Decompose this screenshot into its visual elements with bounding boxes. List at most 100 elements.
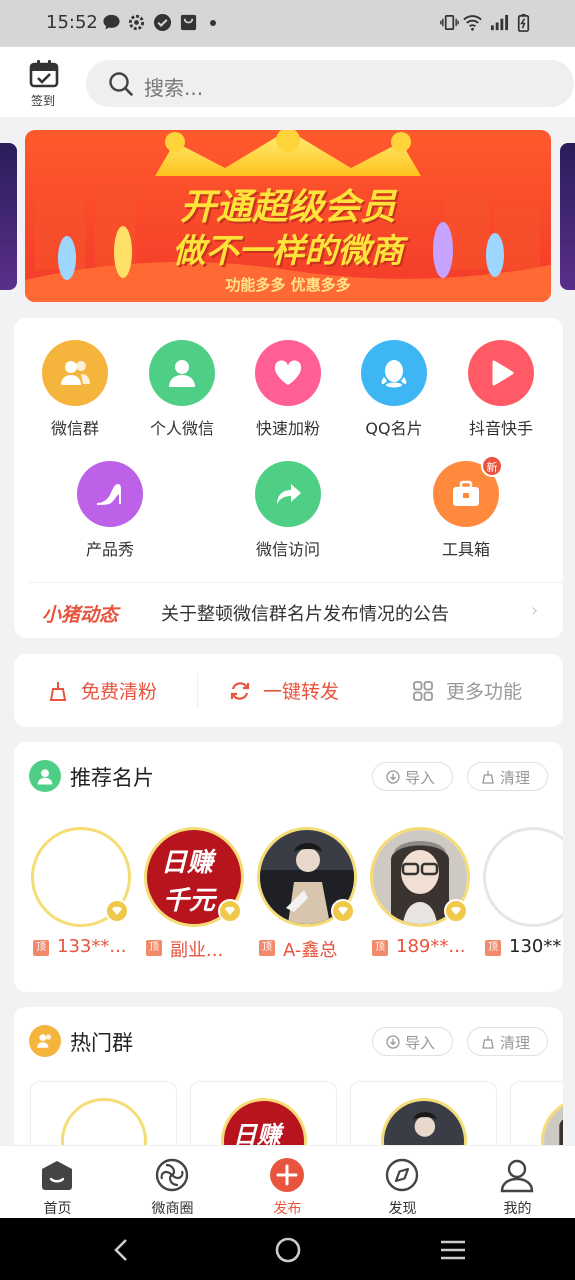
avatar: 日赚 <box>221 1098 307 1145</box>
card-name: 130**... <box>509 936 563 957</box>
aperture-icon <box>155 1158 189 1192</box>
avatar <box>483 827 563 927</box>
system-nav-bar <box>0 1218 575 1280</box>
one-click-forward-button[interactable]: 一键转发 <box>229 676 379 706</box>
section-title: 热门群 <box>70 1031 133 1055</box>
avatar-photo <box>381 1098 467 1145</box>
users-icon <box>37 1034 52 1048</box>
feature-label: 个人微信 <box>149 419 214 438</box>
shopping-bag-icon <box>180 14 197 31</box>
feature-label: QQ名片 <box>365 419 423 438</box>
signin-label: 签到 <box>30 94 55 108</box>
download-icon <box>386 1035 400 1049</box>
banner-subtitle: 做不一样的微商 <box>172 231 404 270</box>
top-tag: 顶 <box>259 940 275 956</box>
nav-home[interactable]: 首页 <box>0 1146 115 1219</box>
status-bar: 15:52 <box>0 0 575 47</box>
feature-wechat-group[interactable]: 微信群 <box>25 340 125 439</box>
high-heel-icon <box>97 484 121 505</box>
group-card[interactable] <box>510 1081 563 1145</box>
news-ticker[interactable]: 小猪动态 关于整顿微信群名片发布情况的公告 › <box>14 583 563 638</box>
top-tag: 顶 <box>372 940 388 956</box>
clean-button[interactable]: 清理 <box>467 1027 548 1056</box>
card-name: 副业... <box>170 940 224 961</box>
feature-toolbox-circle: 新 <box>433 455 503 527</box>
feature-douyin-kuaishou[interactable]: 抖音快手 <box>451 340 551 439</box>
nav-wechat-circle[interactable]: 微商圈 <box>115 1146 230 1219</box>
nav-discover[interactable]: 发现 <box>345 1146 460 1219</box>
feature-fast-follow[interactable]: 快速加粉 <box>238 340 338 439</box>
battery-charging-icon <box>517 13 530 32</box>
nav-publish[interactable]: 发布 <box>230 1146 345 1219</box>
avatar <box>61 1098 147 1145</box>
group-card[interactable] <box>30 1081 177 1145</box>
nav-label: 发布 <box>273 1201 302 1217</box>
broom-icon <box>482 771 494 784</box>
import-label: 导入 <box>405 1034 436 1052</box>
feature-qq-card[interactable]: QQ名片 <box>344 340 444 439</box>
status-time: 15:52 <box>46 12 98 33</box>
new-badge: 新 <box>481 455 503 477</box>
news-tag: 小猪动态 <box>42 604 119 626</box>
notification-dot-icon <box>210 20 216 26</box>
vip-banner[interactable]: 开通超级会员 做不一样的微商 功能多多 优惠多多 <box>25 130 551 302</box>
avatar-photo-art <box>384 1101 464 1145</box>
check-circle-icon <box>153 13 172 32</box>
signin-button[interactable]: 签到 <box>22 59 64 109</box>
feature-toolbox[interactable]: 新 工具箱 <box>416 455 516 560</box>
group-card[interactable] <box>350 1081 497 1145</box>
nav-label: 首页 <box>43 1201 72 1217</box>
group-card[interactable]: 日赚 <box>190 1081 337 1145</box>
nav-label: 我的 <box>503 1201 532 1217</box>
home-circle-icon[interactable] <box>274 1236 302 1264</box>
message-icon <box>103 14 120 30</box>
quick-action-label: 免费清粉 <box>81 681 158 703</box>
vip-diamond-icon <box>105 899 129 923</box>
vibrate-icon <box>440 14 459 31</box>
quick-action-label: 一键转发 <box>263 681 340 703</box>
search-icon <box>109 72 133 96</box>
section-user-icon <box>29 760 61 792</box>
feature-wechat-visit-circle <box>255 461 321 527</box>
feature-label: 快速加粉 <box>255 419 320 438</box>
avatar-photo-art <box>544 1101 563 1145</box>
import-button[interactable]: 导入 <box>372 762 453 791</box>
avatar-text: 日赚 <box>161 848 214 878</box>
banner-next-peek[interactable] <box>560 143 575 290</box>
features-card: 微信群 个人微信 快速加粉 QQ名片 抖音快手 产品秀 微信访问 新 工具箱 小… <box>14 318 563 638</box>
hot-groups-section: 热门群 导入 清理 日赚 <box>14 1007 563 1145</box>
user-icon <box>37 769 53 785</box>
home-icon <box>42 1161 72 1190</box>
heart-icon <box>274 360 302 385</box>
signal-icon <box>490 14 509 31</box>
clean-button[interactable]: 清理 <box>467 762 548 791</box>
clean-label: 清理 <box>500 1034 531 1052</box>
wifi-icon <box>463 15 482 31</box>
recommended-card-section: 推荐名片 导入 清理 顶 133**... 日赚 千元 顶 副业... 顶 A-… <box>14 742 563 992</box>
feature-label: 微信访问 <box>255 540 320 559</box>
free-clean-button[interactable]: 免费清粉 <box>47 676 197 706</box>
broom-icon <box>482 1036 494 1049</box>
recents-icon[interactable] <box>439 1236 467 1264</box>
banner-title: 开通超级会员 <box>179 187 396 228</box>
search-bar[interactable]: 搜索... <box>86 60 574 107</box>
quick-action-label: 更多功能 <box>446 681 523 703</box>
top-tag: 顶 <box>146 940 162 956</box>
calendar-check-icon <box>29 60 59 88</box>
feature-label: 抖音快手 <box>468 419 533 438</box>
feature-wechat-visit[interactable]: 微信访问 <box>238 461 338 560</box>
nav-profile[interactable]: 我的 <box>460 1146 575 1219</box>
card-name: 133**... <box>57 936 127 957</box>
feature-personal-wechat[interactable]: 个人微信 <box>132 340 232 439</box>
feature-product-show[interactable]: 产品秀 <box>60 461 160 560</box>
top-tag: 顶 <box>33 940 49 956</box>
play-icon <box>492 360 514 386</box>
refresh-icon <box>230 682 250 700</box>
back-icon[interactable] <box>108 1236 136 1264</box>
vip-diamond-icon <box>444 899 468 923</box>
bottom-nav: 首页 微商圈 发布 发现 我的 <box>0 1145 575 1218</box>
import-button[interactable]: 导入 <box>372 1027 453 1056</box>
banner-prev-peek[interactable] <box>0 143 17 290</box>
more-functions-button[interactable]: 更多功能 <box>412 676 552 706</box>
feature-product-show-circle <box>77 461 143 527</box>
